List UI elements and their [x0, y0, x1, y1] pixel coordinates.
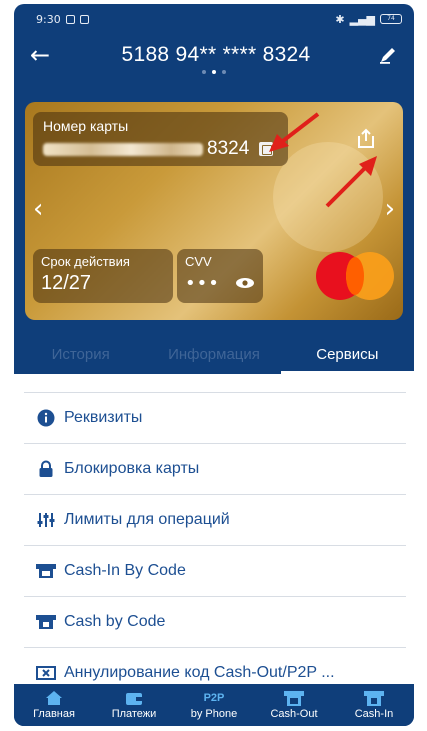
info-icon: [36, 409, 56, 427]
card-pager-dots: [14, 70, 414, 84]
service-item-cash-by-code[interactable]: Cash by Code: [24, 596, 406, 647]
expiry-value: 12/27: [41, 272, 92, 294]
status-bar: 9:30 ✱ ▂▄▆ 74: [14, 4, 414, 34]
chevron-left-icon[interactable]: ‹: [33, 194, 43, 224]
services-list: Реквизиты Блокировка карты Лимиты для оп…: [14, 374, 414, 684]
pager-dot-active: [212, 70, 216, 74]
lock-icon: [36, 460, 56, 478]
card-tabs: История Информация Сервисы: [14, 338, 414, 374]
cash-in-nav-icon: [364, 690, 384, 706]
cvv-panel: CVV •••: [177, 249, 263, 303]
service-item-block-card[interactable]: Блокировка карты: [24, 443, 406, 494]
cash-icon: [36, 614, 56, 630]
tab-history[interactable]: История: [14, 338, 147, 374]
nav-label: Cash-In: [354, 708, 394, 720]
card-number-panel: Номер карты 8324: [33, 112, 288, 166]
service-item-cash-in-by-code[interactable]: Cash-In By Code: [24, 545, 406, 596]
cancel-code-icon: [36, 666, 56, 680]
cash-out-icon: [284, 690, 304, 706]
bluetooth-icon: ✱: [335, 12, 345, 26]
status-time: 9:30: [36, 12, 61, 26]
service-label: Блокировка карты: [64, 460, 200, 477]
nav-label: Cash-Out: [270, 708, 318, 720]
nav-home[interactable]: Главная: [14, 684, 94, 726]
nav-payments[interactable]: Платежи: [94, 684, 174, 726]
nav-cash-in[interactable]: Cash-In: [334, 684, 414, 726]
red-arrow-annotation-share: [325, 156, 377, 208]
card-number-last4: 8324: [207, 138, 250, 159]
service-item-limits[interactable]: Лимиты для операций: [24, 494, 406, 545]
wallet-icon: [126, 690, 142, 706]
battery-icon: 74: [380, 14, 402, 24]
nav-cash-out[interactable]: Cash-Out: [254, 684, 334, 726]
pager-dot: [222, 70, 226, 74]
tab-services[interactable]: Сервисы: [280, 338, 414, 374]
bank-card[interactable]: Номер карты 8324 ‹ › Срок действия 12/27…: [25, 102, 403, 320]
expiry-label: Срок действия: [41, 254, 130, 269]
service-item-requisites[interactable]: Реквизиты: [24, 392, 406, 443]
service-label: Аннулирование код Cash-Out/P2P ...: [64, 664, 335, 681]
service-label: Лимиты для операций: [64, 511, 230, 528]
arrow-left-icon[interactable]: ←: [30, 41, 54, 69]
bottom-nav: Главная Платежи P2P by Phone Cash-Out Ca…: [14, 684, 414, 726]
home-icon: [46, 690, 62, 706]
cvv-label: CVV: [185, 254, 212, 269]
share-icon[interactable]: [355, 128, 377, 154]
gallery-icon: [79, 14, 89, 24]
pager-dot: [202, 70, 206, 74]
service-label: Cash by Code: [64, 613, 166, 630]
signal-icon: ▂▄▆: [349, 12, 375, 26]
nav-label: Платежи: [111, 708, 157, 720]
eye-icon[interactable]: [235, 274, 255, 293]
chevron-right-icon[interactable]: ›: [385, 194, 395, 224]
nav-label: by Phone: [190, 708, 238, 720]
expiry-panel: Срок действия 12/27: [33, 249, 173, 303]
service-label: Cash-In By Code: [64, 562, 186, 579]
phone-screen: 9:30 ✱ ▂▄▆ 74 ← 5188 94** **** 8324 Номе…: [14, 4, 414, 726]
mastercard-logo: [316, 252, 403, 300]
cash-in-icon: [36, 563, 56, 579]
nav-label: Главная: [33, 708, 75, 720]
card-number-label: Номер карты: [43, 118, 129, 134]
red-arrow-annotation-copy: [269, 112, 320, 152]
tab-information[interactable]: Информация: [147, 338, 280, 374]
page-title: 5188 94** **** 8324: [121, 43, 311, 66]
notification-icon: [65, 14, 75, 24]
card-number-masked: [43, 142, 203, 156]
sliders-icon: [36, 511, 56, 529]
service-label: Реквизиты: [64, 409, 143, 426]
p2p-icon: P2P: [203, 692, 225, 704]
nav-p2p[interactable]: P2P by Phone: [174, 684, 254, 726]
pencil-icon[interactable]: [378, 45, 398, 65]
cvv-value: •••: [185, 273, 220, 294]
